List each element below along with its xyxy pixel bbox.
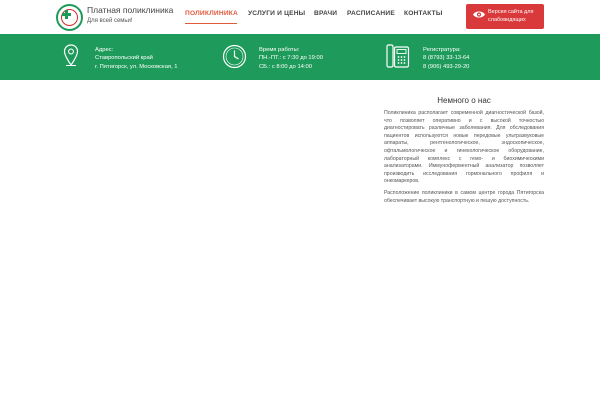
nav-item-doctors[interactable]: ВРАЧИ: [314, 10, 337, 17]
registry-block: Регистратура: 8 (8793) 33-13-64 8 (906) …: [423, 46, 469, 71]
low-vision-button-label: Версия сайта для слабовидящих: [488, 9, 534, 23]
clinic-logo[interactable]: [56, 4, 83, 31]
brand-subtitle: Для всей семьи!: [87, 18, 133, 24]
address-block: Адрес: Ставропольский край г. Пятигорск,…: [95, 46, 178, 71]
contact-info-bar: Адрес: Ставропольский край г. Пятигорск,…: [0, 34, 600, 80]
address-heading: Адрес:: [95, 47, 114, 53]
nav-active-underline: [185, 23, 237, 24]
registry-phone-2[interactable]: 8 (906) 493-29-20: [423, 63, 469, 71]
about-paragraph-1: Поликлиника располагает современной диаг…: [384, 110, 544, 185]
phone-icon: [386, 44, 410, 68]
about-paragraph-2: Расположение поликлиники в самом центре …: [384, 189, 544, 204]
about-section: Немного о нас Поликлиника располагает со…: [384, 96, 544, 209]
registry-heading: Регистратура:: [423, 47, 461, 53]
brand-title[interactable]: Платная поликлиника: [87, 5, 173, 15]
address-line-1: Ставропольский край: [95, 55, 153, 62]
address-line-2: г. Пятигорск, ул. Московская, 1: [95, 63, 178, 70]
nav-item-schedule[interactable]: РАСПИСАНИЕ: [347, 10, 395, 17]
location-pin-icon: [63, 44, 79, 67]
registry-phone-1[interactable]: 8 (8793) 33-13-64: [423, 54, 469, 62]
hours-heading: Время работы:: [259, 47, 300, 53]
logo-ring: [61, 9, 78, 26]
nav-item-services-prices[interactable]: УСЛУГИ И ЦЕНЫ: [248, 10, 305, 17]
site-header: Платная поликлиника Для всей семьи! ПОЛИ…: [0, 0, 600, 34]
about-title: Немного о нас: [437, 96, 491, 105]
logo-cross-horizontal: [62, 13, 71, 16]
clock-icon: [222, 44, 247, 69]
low-vision-version-button[interactable]: Версия сайта для слабовидящих: [466, 4, 544, 29]
eye-icon: [473, 11, 485, 18]
hours-saturday: СБ.: с 8:00 до 14:00: [259, 63, 312, 70]
hours-weekdays: ПН.-ПТ.: с 7:30 до 19:00: [259, 55, 323, 62]
hours-block: Время работы: ПН.-ПТ.: с 7:30 до 19:00 С…: [259, 46, 323, 71]
nav-item-clinic[interactable]: ПОЛИКЛИНИКА: [185, 10, 238, 17]
nav-item-contacts[interactable]: КОНТАКТЫ: [404, 10, 443, 17]
